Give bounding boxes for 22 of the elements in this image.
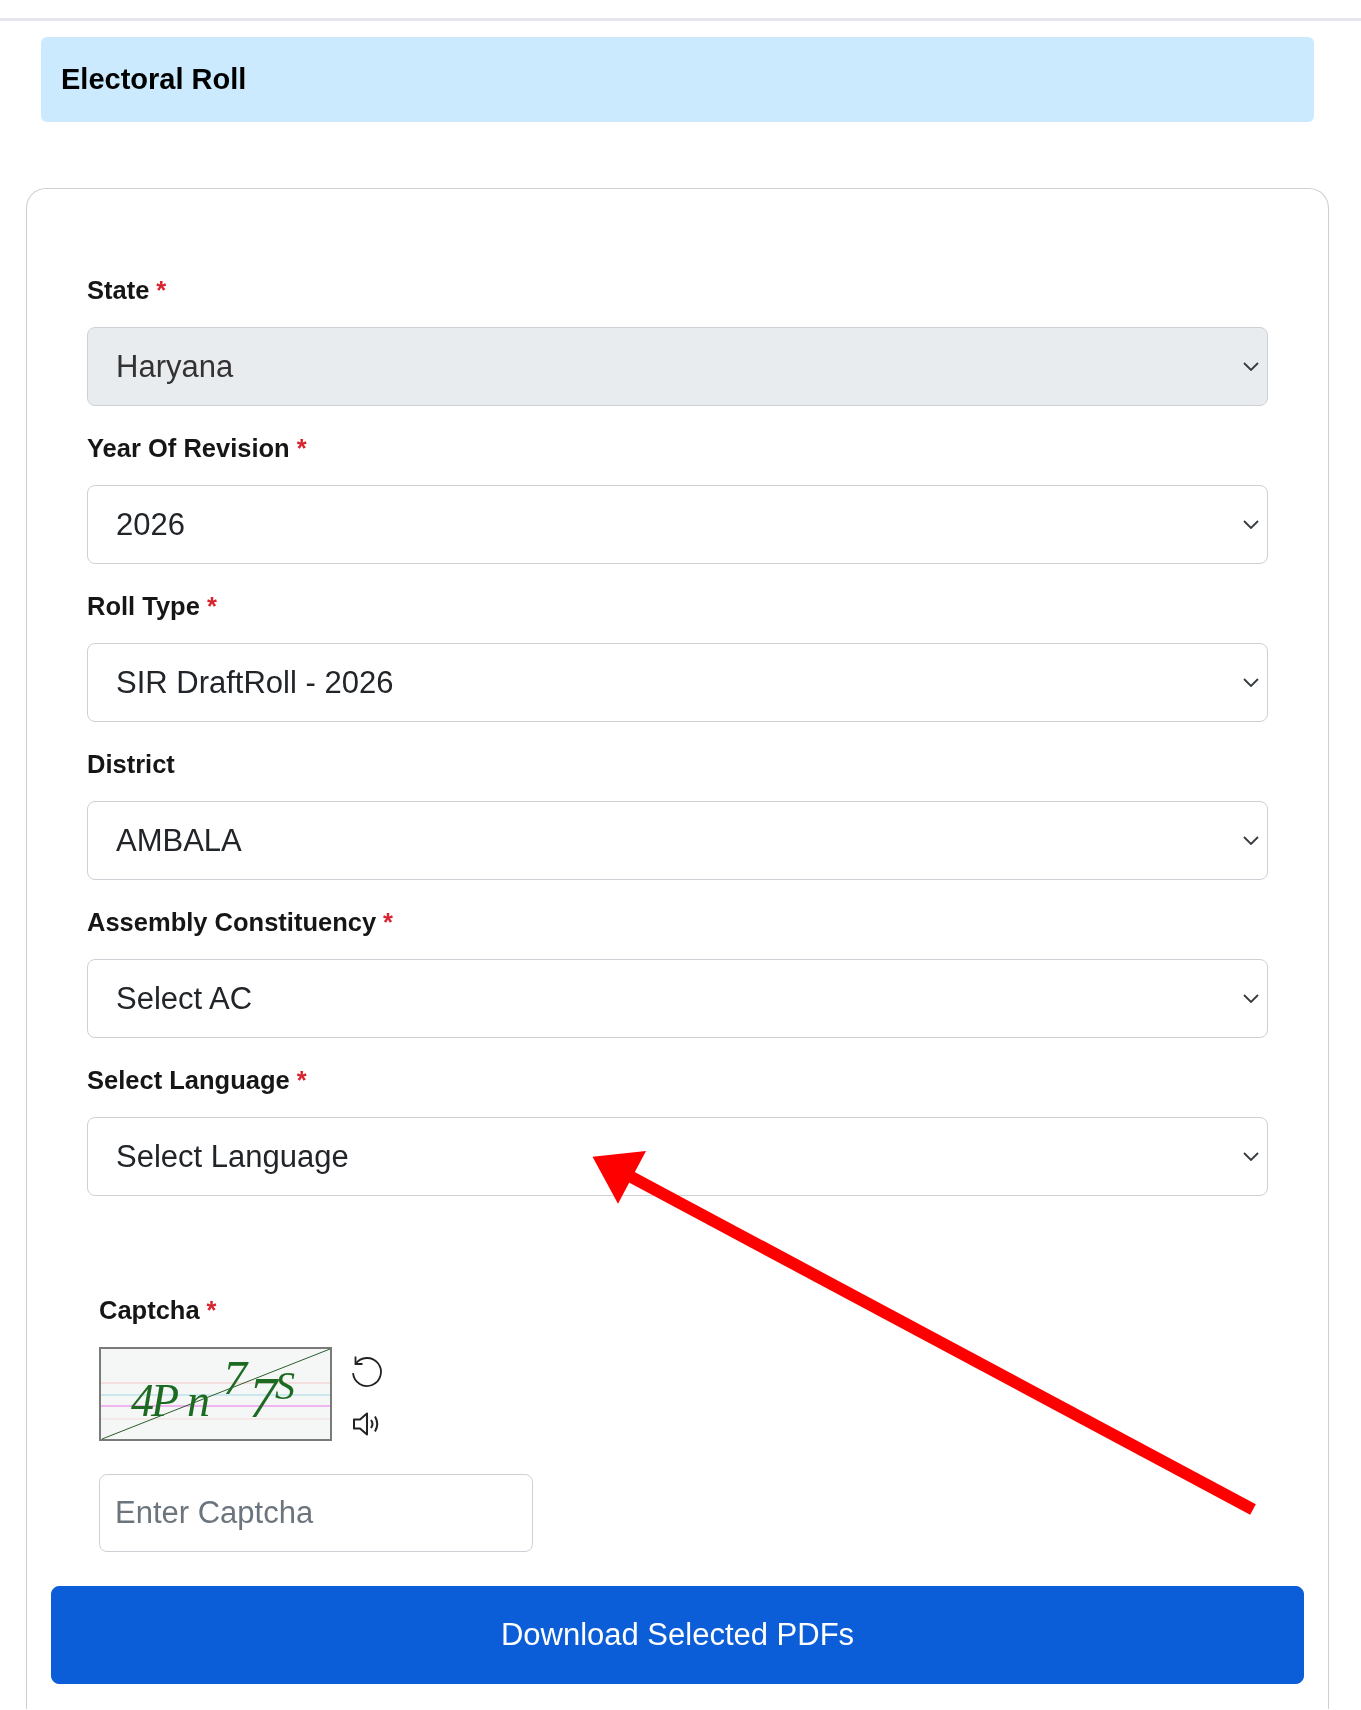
year-dropdown[interactable]: 2026 [87,485,1268,564]
chevron-down-icon [1243,836,1259,845]
roll-type-dropdown[interactable]: SIR DraftRoll - 2026 [87,643,1268,722]
field-label: Assembly Constituency * [87,907,394,938]
field-label: State * [87,275,167,306]
refresh-icon[interactable] [349,1354,385,1390]
captcha-input[interactable]: Enter Captcha [99,1474,533,1552]
chevron-down-icon [1243,994,1259,1003]
chevron-down-icon [1243,678,1259,687]
constituency-dropdown[interactable]: Select AC [87,959,1268,1038]
field-label: District [87,749,175,780]
chevron-down-icon [1243,520,1259,529]
chevron-down-icon [1243,1152,1259,1161]
captcha-label: Captcha * [99,1295,217,1326]
district-dropdown[interactable]: AMBALA [87,801,1268,880]
language-dropdown[interactable]: Select Language [87,1117,1268,1196]
chevron-down-icon [1243,362,1259,371]
field-label: Select Language * [87,1065,307,1096]
page-title: Electoral Roll [61,62,247,97]
field-label: Year Of Revision * [87,433,307,464]
field-label: Roll Type * [87,591,217,622]
download-button[interactable]: Download Selected PDFs [51,1586,1304,1684]
